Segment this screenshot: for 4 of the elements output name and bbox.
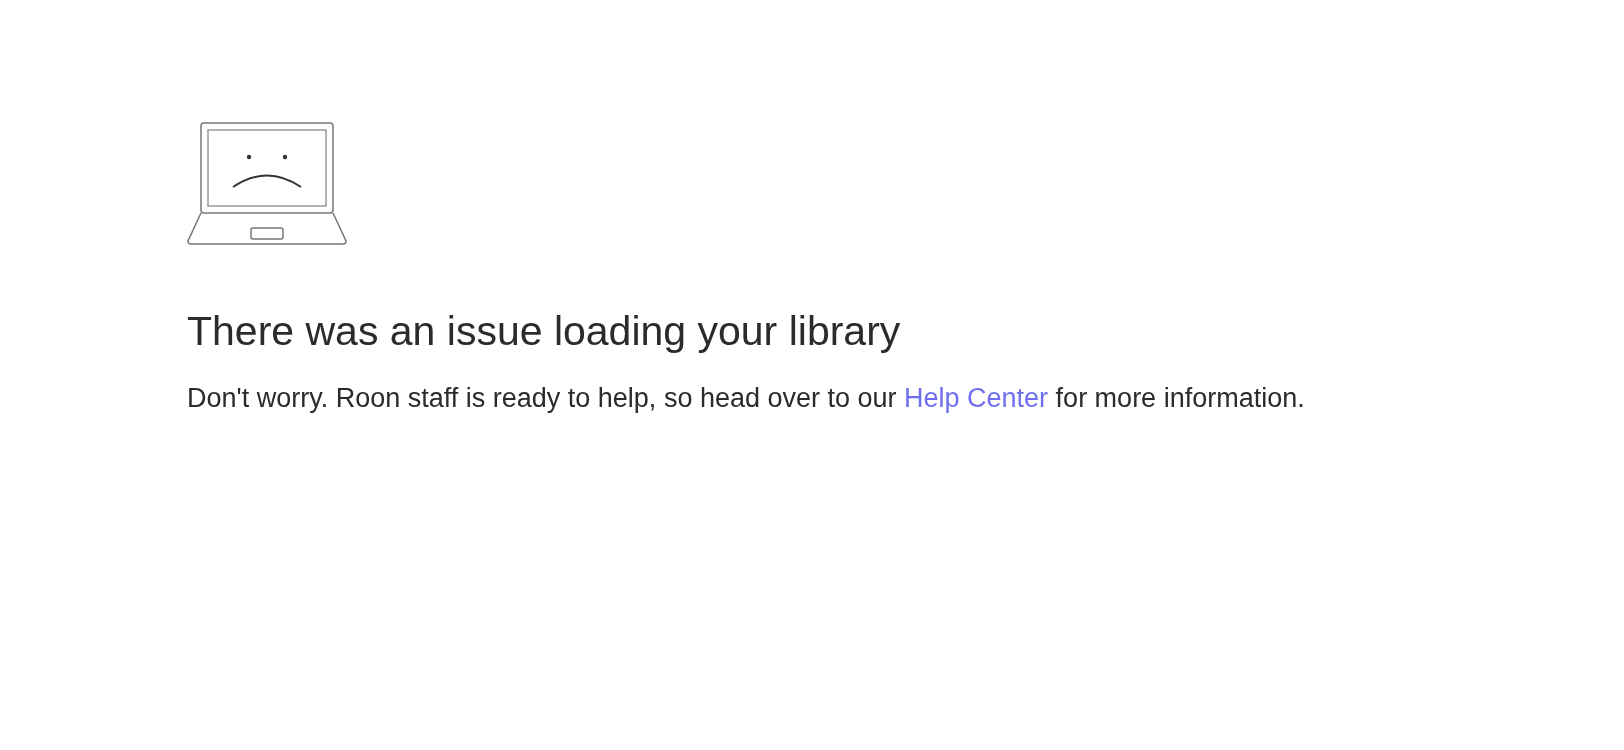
error-message: Don't worry. Roon staff is ready to help, so head over to our Help Center for more information. <box>187 382 1306 416</box>
error-heading: There was an issue loading your library <box>187 307 902 356</box>
help-center-link[interactable]: Help Center <box>904 383 1049 414</box>
sad-laptop-icon <box>187 122 347 245</box>
